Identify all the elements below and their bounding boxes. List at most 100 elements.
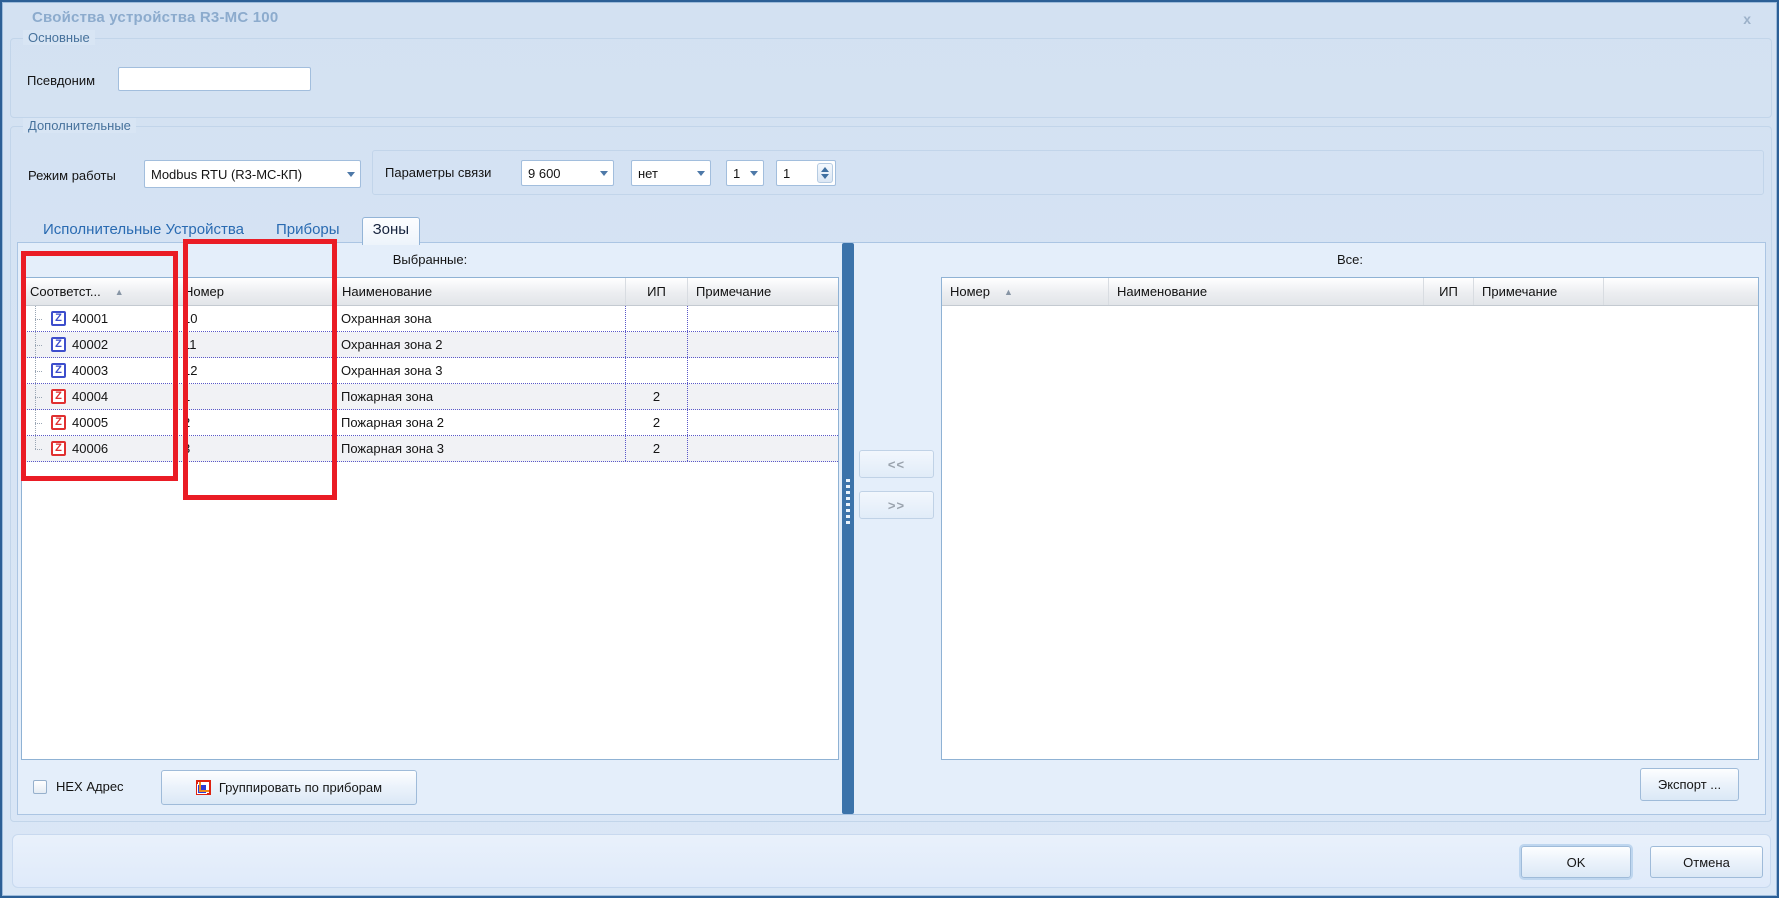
window-title: Свойства устройства R3-МС 100 (32, 9, 278, 26)
parity-value: нет (638, 166, 658, 181)
stopbits-combobox[interactable]: 1 (726, 160, 764, 186)
selected-table-body: Z4000110Охранная зонаZ4000211Охранная зо… (22, 306, 838, 759)
zone-address: 40003 (72, 363, 108, 378)
fire-zone-icon: Z (51, 441, 66, 456)
fire-zone-icon: Z (51, 415, 66, 430)
zone-ip (626, 306, 688, 331)
tree-connector (25, 436, 45, 461)
column-header[interactable]: ИП (626, 278, 688, 305)
zone-number: 1 (176, 384, 334, 409)
group-main-label: Основные (23, 30, 95, 45)
chevron-down-icon (697, 171, 705, 180)
all-table-header: Номер▲НаименованиеИППримечание (942, 278, 1758, 306)
column-header[interactable]: Номер▲ (942, 278, 1109, 305)
zone-address: 40002 (72, 337, 108, 352)
zone-ip (626, 332, 688, 357)
zone-number: 10 (176, 306, 334, 331)
device-properties-dialog: Свойства устройства R3-МС 100 x Основные… (0, 0, 1779, 898)
zone-number: 3 (176, 436, 334, 461)
selected-table-header: Соответст...▲НомерНаименованиеИППримечан… (22, 278, 838, 306)
zone-note (688, 306, 838, 331)
column-header[interactable]: Номер (176, 278, 334, 305)
column-header[interactable]: Примечание (688, 278, 838, 305)
splitter-handle[interactable] (842, 243, 854, 814)
export-button[interactable]: Экспорт ... (1640, 768, 1739, 801)
titlebar: Свойства устройства R3-МС 100 x (2, 2, 1777, 34)
tree-connector (25, 358, 45, 383)
zone-name: Пожарная зона (334, 384, 626, 409)
zone-name: Пожарная зона 3 (334, 436, 626, 461)
grouping-icon (196, 780, 211, 795)
group-by-devices-label: Группировать по приборам (219, 780, 382, 795)
baud-rate-value: 9 600 (528, 166, 561, 181)
column-header[interactable]: ИП (1424, 278, 1474, 305)
zone-row[interactable]: Z4000211Охранная зона 2 (22, 332, 838, 358)
zone-row[interactable]: Z 40005 2Пожарная зона 22 (22, 410, 838, 436)
spinner-buttons[interactable] (817, 163, 833, 183)
zone-row[interactable]: Z4000312Охранная зона 3 (22, 358, 838, 384)
column-header[interactable]: Наименование (1109, 278, 1424, 305)
column-header[interactable]: Соответст...▲ (22, 278, 176, 305)
zone-ip (626, 358, 688, 383)
all-panel-title: Все: (941, 252, 1759, 267)
chevron-down-icon (750, 171, 758, 180)
zone-ip: 2 (626, 410, 688, 435)
group-by-devices-button[interactable]: Группировать по приборам (161, 770, 417, 805)
zone-address: 40004 (72, 389, 108, 404)
zone-address: 40005 (72, 415, 108, 430)
hex-address-checkbox[interactable] (33, 780, 47, 794)
sort-asc-icon: ▲ (1004, 287, 1013, 297)
address-value: 1 (783, 166, 790, 181)
alias-input[interactable] (118, 67, 311, 91)
baud-rate-combobox[interactable]: 9 600 (521, 160, 614, 186)
all-zones-table: Номер▲НаименованиеИППримечание (941, 277, 1759, 760)
zone-name: Пожарная зона 2 (334, 410, 626, 435)
spinner-up-icon[interactable] (821, 163, 829, 172)
zones-tab-page: Выбранные: Все: Соответст...▲НомерНаимен… (17, 242, 1766, 815)
move-right-button[interactable]: >> (859, 491, 934, 519)
zone-row[interactable]: Z400063Пожарная зона 32 (22, 436, 838, 462)
address-spinner[interactable]: 1 (776, 160, 836, 186)
spinner-down-icon[interactable] (821, 174, 829, 183)
zone-address: 40001 (72, 311, 108, 326)
zone-row[interactable]: Z 40004 1Пожарная зона2 (22, 384, 838, 410)
close-icon[interactable]: x (1743, 11, 1751, 27)
column-header[interactable]: Примечание (1474, 278, 1604, 305)
zone-name: Охранная зона (334, 306, 626, 331)
tab-zones[interactable]: Зоны (362, 217, 420, 245)
security-zone-icon: Z (51, 337, 66, 352)
mode-label: Режим работы (28, 168, 116, 183)
zone-ip: 2 (626, 436, 688, 461)
move-left-button[interactable]: << (859, 450, 934, 478)
cancel-button[interactable]: Отмена (1650, 846, 1763, 878)
zone-match-cell: Z40006 (22, 436, 176, 461)
zone-number: 12 (176, 358, 334, 383)
column-header[interactable]: Наименование (334, 278, 626, 305)
tab-strip: Исполнительные Устройства Приборы Зоны (33, 215, 420, 243)
zone-number: 2 (176, 410, 334, 435)
ok-button[interactable]: OK (1521, 846, 1631, 878)
alias-label: Псевдоним (27, 73, 95, 88)
stopbits-value: 1 (733, 166, 740, 181)
selected-zones-table: Соответст...▲НомерНаименованиеИППримечан… (21, 277, 839, 760)
zone-note (688, 358, 838, 383)
zone-name: Охранная зона 3 (334, 358, 626, 383)
group-additional-label: Дополнительные (23, 118, 136, 133)
comm-params-label: Параметры связи (385, 165, 491, 180)
hex-address-label: HEX Адрес (56, 779, 124, 794)
tree-connector (25, 410, 45, 435)
zone-note (688, 410, 838, 435)
comm-params-panel: Параметры связи 9 600 нет 1 1 (372, 150, 1764, 195)
tab-actuators[interactable]: Исполнительные Устройства (33, 218, 254, 243)
fire-zone-icon: Z (51, 389, 66, 404)
zone-name: Охранная зона 2 (334, 332, 626, 357)
tab-instruments[interactable]: Приборы (266, 218, 350, 243)
tree-connector (25, 332, 45, 357)
zone-ip: 2 (626, 384, 688, 409)
zone-match-cell: Z 40005 (22, 410, 176, 435)
mode-combobox[interactable]: Modbus RTU (R3-МС-КП) (144, 160, 361, 188)
group-main: Основные Псевдоним (10, 38, 1772, 118)
zone-row[interactable]: Z4000110Охранная зона (22, 306, 838, 332)
column-header[interactable] (1604, 278, 1758, 305)
parity-combobox[interactable]: нет (631, 160, 711, 186)
